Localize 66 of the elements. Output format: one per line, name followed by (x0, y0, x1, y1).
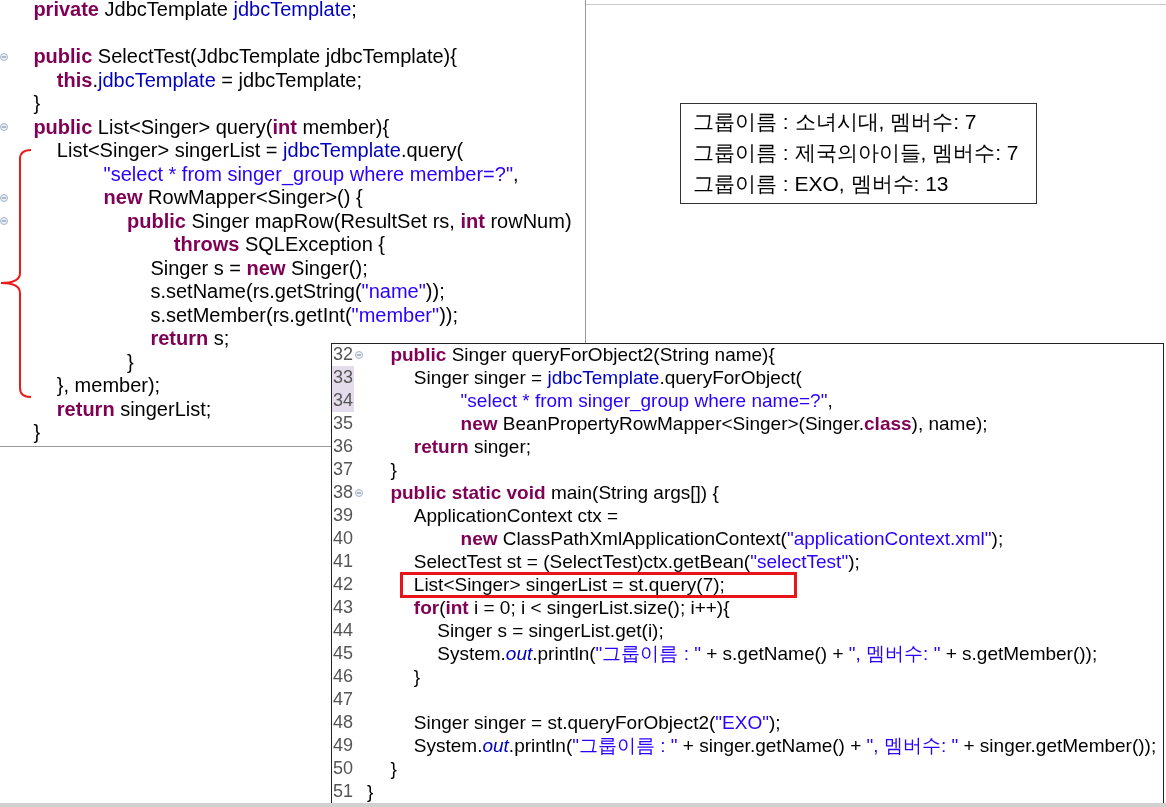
code-line: new RowMapper<Singer>() { (103, 186, 363, 210)
line-number: 47 (332, 688, 355, 711)
collapse-icon[interactable] (355, 350, 364, 359)
line-number: 37 (332, 458, 355, 481)
line-number: 38 (332, 481, 355, 504)
code-line: } (390, 458, 397, 481)
code-line: s.setMember(rs.getInt("member")); (150, 303, 459, 327)
code-line: public Singer mapRow(ResultSet rs, int rowNum) (127, 209, 572, 233)
output-line: 그룹이름 : EXO, 멤버수: 13 (693, 171, 950, 197)
code-line: throws SQLException { (173, 233, 386, 257)
line-number: 50 (332, 757, 355, 780)
code-line: s.setName(rs.getString("name")); (150, 280, 445, 304)
collapse-icon[interactable] (0, 217, 8, 226)
code-line: public static void main(String args[]) { (390, 481, 719, 504)
line-number: 34 (332, 389, 355, 412)
code-line: private JdbcTemplate jdbcTemplate; (33, 0, 357, 22)
line-number: 39 (332, 504, 355, 527)
collapse-icon[interactable] (0, 52, 8, 61)
line-number: 40 (332, 527, 355, 550)
line-number: 45 (332, 642, 355, 665)
output-line: 그룹이름 : 소녀시대, 멤버수: 7 (693, 109, 978, 135)
line-number: 51 (332, 780, 355, 803)
output-line: 그룹이름 : 제국의아이들, 멤버수: 7 (693, 140, 1020, 166)
line-number: 48 (332, 711, 355, 734)
code-line: List<Singer> singerList = jdbcTemplate.query( (56, 139, 464, 163)
code-line: for(int i = 0; i < singerList.size(); i++){ (413, 596, 730, 619)
line-number: 33 (332, 366, 355, 389)
collapse-icon[interactable] (355, 488, 364, 497)
collapse-icon[interactable] (0, 123, 8, 132)
code-line: public SelectTest(JdbcTemplate jdbcTemplate){ (33, 45, 457, 69)
line-number: 41 (332, 550, 355, 573)
code-line: this.jdbcTemplate = jdbcTemplate; (56, 68, 362, 92)
code-line: "select * from singer_group where member=?", (103, 162, 519, 186)
code-line: return singerList; (56, 397, 212, 421)
code-line: return singer; (413, 435, 532, 458)
code-line: } (413, 665, 421, 688)
code-line: } (390, 757, 397, 780)
line-number: 35 (332, 412, 355, 435)
line-number: 36 (332, 435, 355, 458)
code-line: } (367, 780, 374, 803)
code-line: Singer singer = jdbcTemplate.queryForObject( (413, 366, 802, 389)
code-line: SelectTest st = (SelectTest)ctx.getBean("selectTest"); (413, 550, 860, 573)
line-number: 42 (332, 573, 355, 596)
code-line: Singer s = singerList.get(i); (437, 619, 664, 642)
code-line: "select * from singer_group where name=?", (460, 389, 833, 412)
line-number: 43 (332, 596, 355, 619)
code-line: new BeanPropertyRowMapper<Singer>(Singer.class), name); (460, 412, 988, 435)
code-line: System.out.println("그룹이름 : " + singer.getName() + ", 멤버수: " + singer.getMember()); (413, 734, 1157, 757)
collapse-icon[interactable] (0, 193, 8, 202)
code-line: System.out.println("그룹이름 : " + s.getName() + ", 멤버수: " + s.getMember()); (437, 642, 1098, 665)
code-line: List<Singer> singerList = st.query(7); (413, 573, 725, 596)
code-line: } (127, 350, 134, 374)
code-line: public List<Singer> query(int member){ (33, 115, 390, 139)
line-number: 44 (332, 619, 355, 642)
code-line: ApplicationContext ctx = (413, 504, 619, 527)
line-number: 49 (332, 734, 355, 757)
line-number: 32 (332, 343, 355, 366)
code-line: } (33, 421, 41, 445)
code-line: } (33, 92, 41, 116)
code-line: Singer s = new Singer(); (150, 256, 368, 280)
code-line: Singer singer = st.queryForObject2("EXO"); (413, 711, 781, 734)
code-line: new ClassPathXmlApplicationContext("applicationContext.xml"); (460, 527, 1004, 550)
line-number: 46 (332, 665, 355, 688)
code-line: return s; (150, 327, 230, 351)
code-line: }, member); (56, 374, 161, 398)
code-line: public Singer queryForObject2(String name){ (390, 343, 775, 366)
